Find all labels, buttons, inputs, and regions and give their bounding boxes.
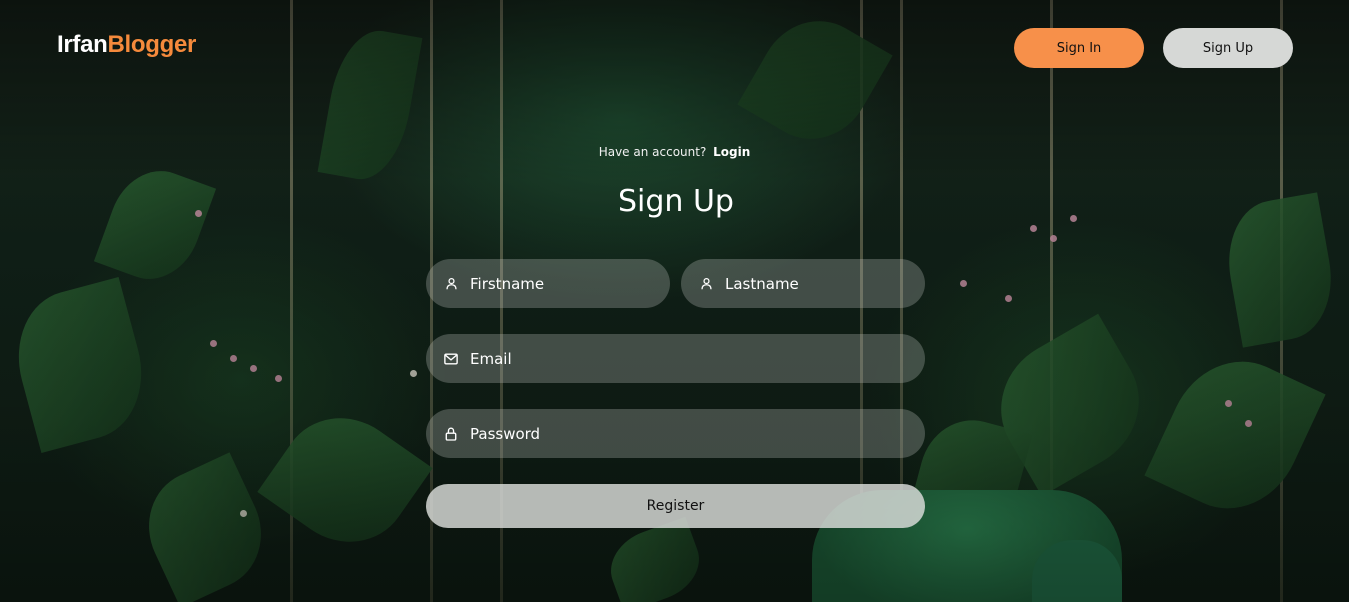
firstname-field[interactable]: Firstname [426,259,670,308]
brand-name-first: Irfan [57,31,108,58]
page-title: Sign Up [618,184,734,219]
firstname-placeholder: Firstname [470,274,545,293]
user-icon [699,277,713,291]
brand-logo[interactable]: IrfanBlogger [57,31,196,59]
sign-in-button[interactable]: Sign In [1014,28,1144,68]
password-placeholder: Password [470,424,541,443]
top-navbar: IrfanBlogger Sign In Sign Up [0,0,1349,95]
register-button[interactable]: Register [426,484,925,528]
lastname-field[interactable]: Lastname [681,259,925,308]
user-icon [444,277,458,291]
login-link[interactable]: Login [713,145,750,159]
lock-icon [444,426,458,441]
email-placeholder: Email [470,349,512,368]
have-account-text: Have an account? [598,145,707,159]
envelope-icon [444,352,458,366]
password-field[interactable]: Password [426,409,925,458]
lastname-placeholder: Lastname [725,274,799,293]
have-account-prompt: Have an account? Login [0,145,1349,159]
sign-up-button[interactable]: Sign Up [1163,28,1293,68]
email-field[interactable]: Email [426,334,925,383]
brand-name-second: Blogger [107,31,197,58]
